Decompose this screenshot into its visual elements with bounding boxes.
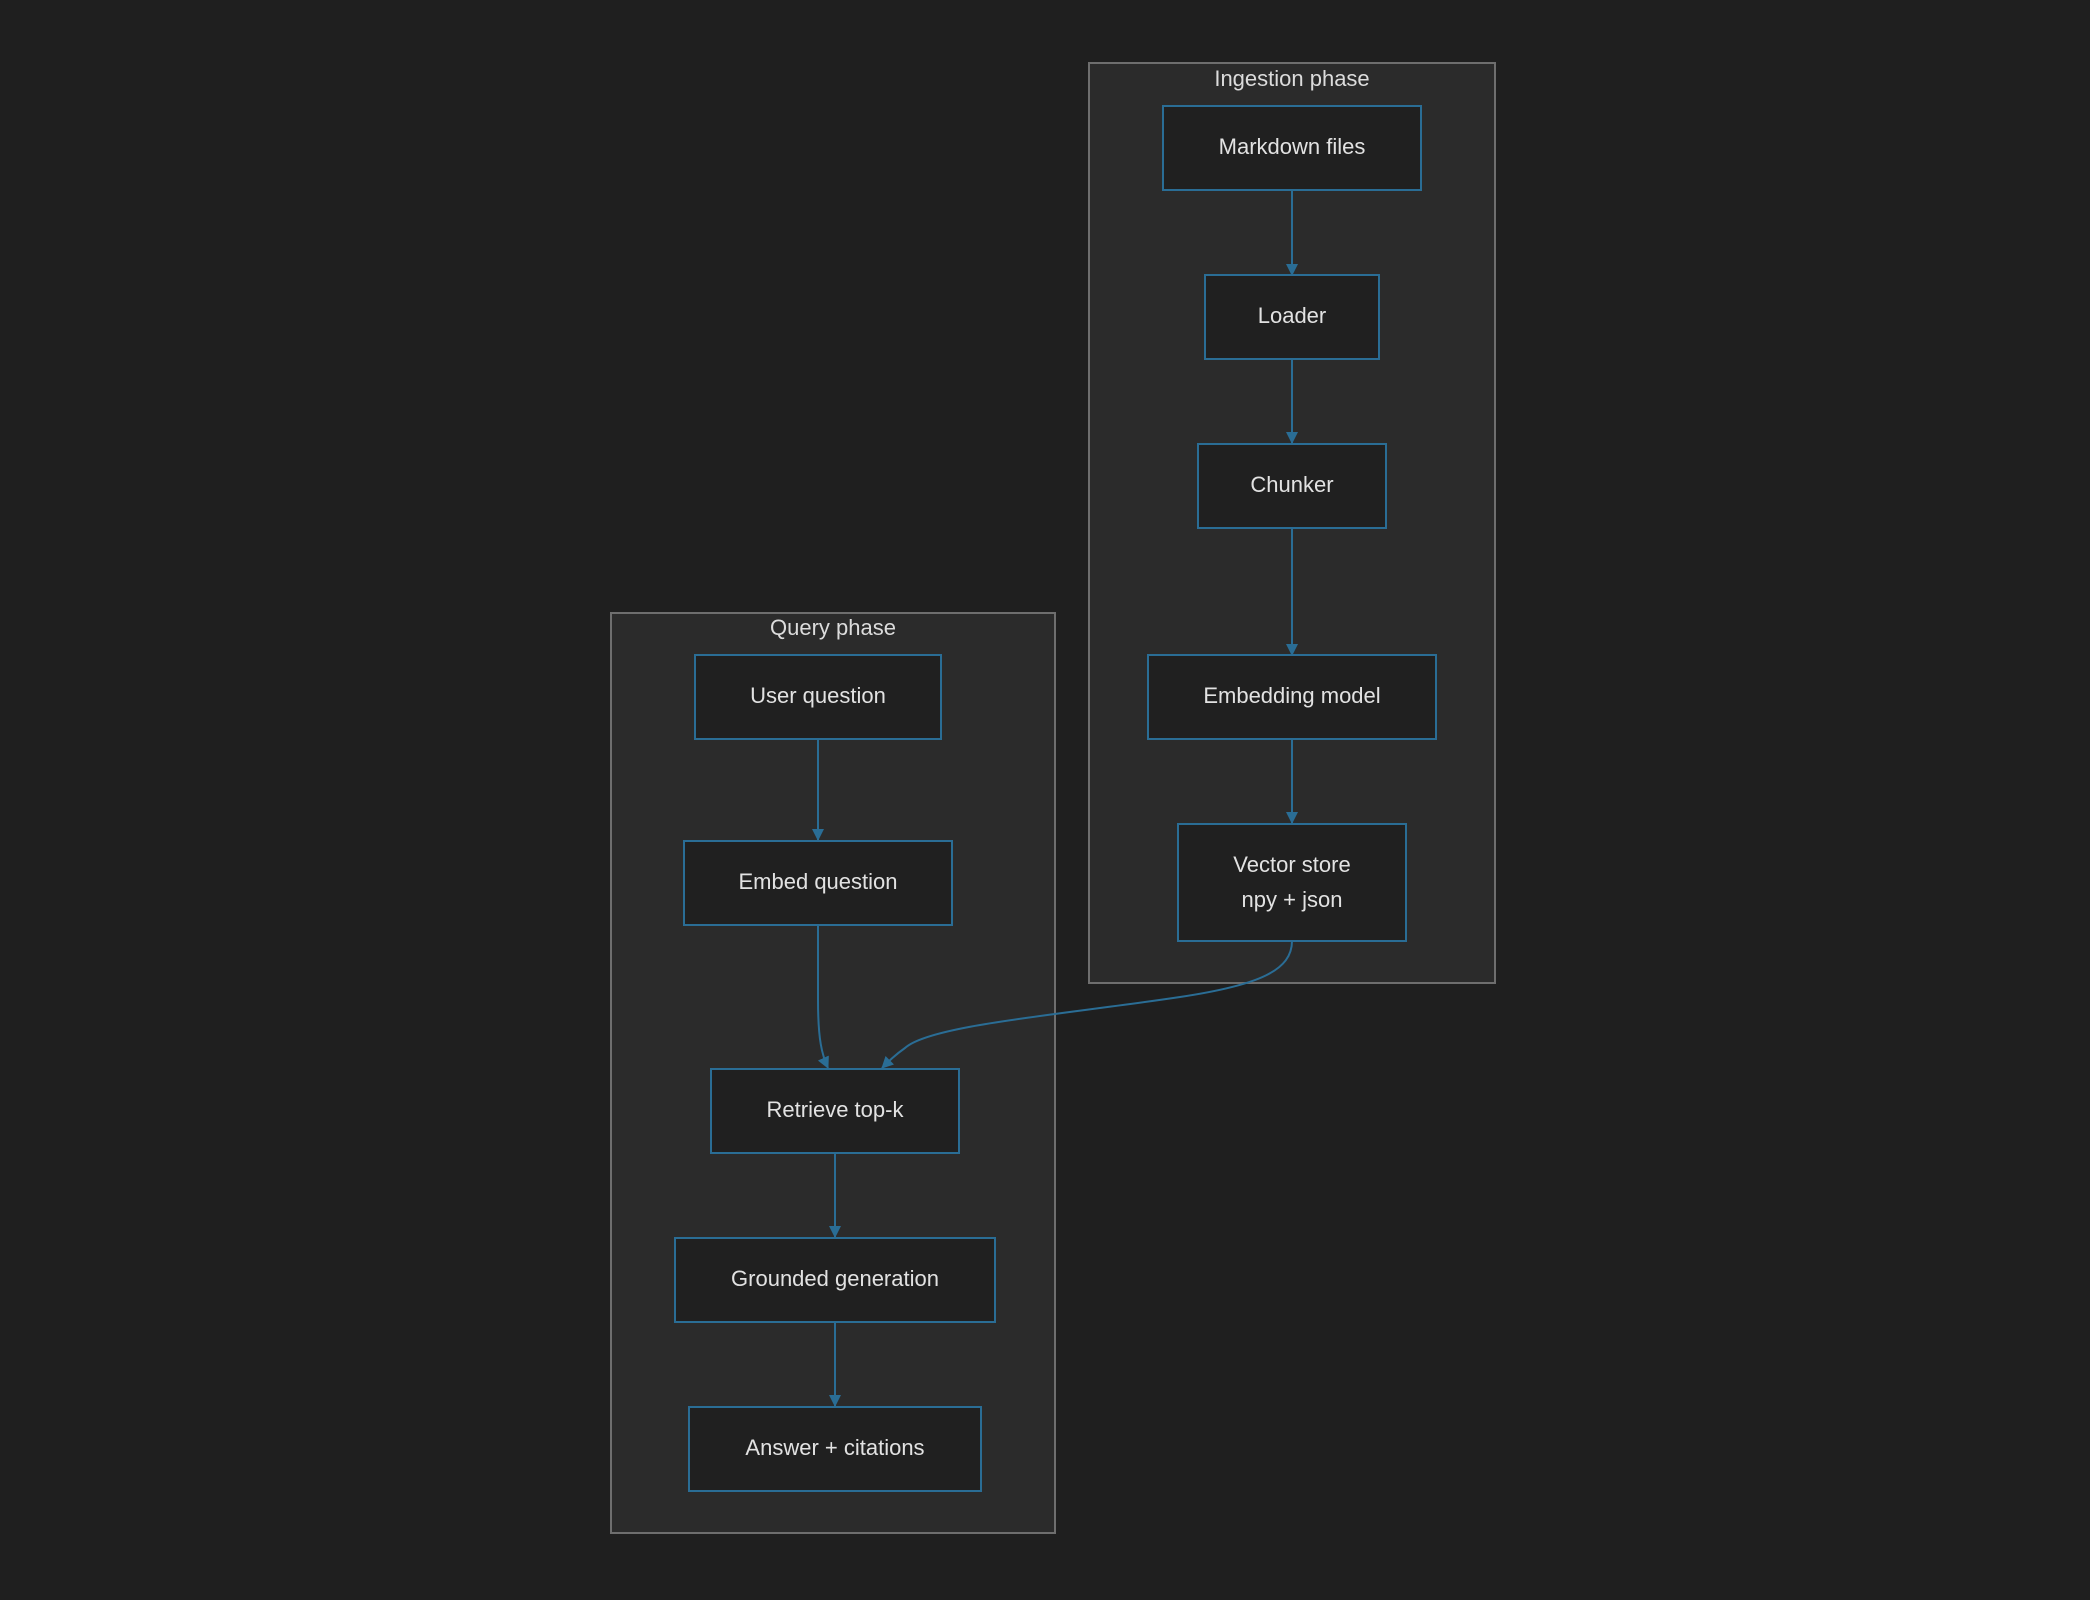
node-label-line-1: Vector store <box>1233 852 1350 877</box>
node-label-line-2: npy + json <box>1242 887 1343 912</box>
node-embedding-model[interactable]: Embedding model <box>1147 654 1437 740</box>
node-label: Embedding model <box>1203 683 1380 708</box>
node-retrieve-top-k[interactable]: Retrieve top-k <box>710 1068 960 1154</box>
node-user-question[interactable]: User question <box>694 654 942 740</box>
node-label: Embed question <box>739 869 898 894</box>
node-label: Markdown files <box>1219 134 1366 159</box>
node-markdown-files[interactable]: Markdown files <box>1162 105 1422 191</box>
node-loader[interactable]: Loader <box>1204 274 1380 360</box>
node-label: Loader <box>1258 303 1327 328</box>
node-label: Answer + citations <box>745 1435 924 1460</box>
node-answer-citations[interactable]: Answer + citations <box>688 1406 982 1492</box>
cluster-label-ingestion: Ingestion phase <box>1214 66 1369 91</box>
node-vector-store[interactable]: Vector store npy + json <box>1177 823 1407 942</box>
rag-pipeline-diagram: Ingestion phase Query phase Markdown fil… <box>610 62 1496 1534</box>
node-label: Grounded generation <box>731 1266 939 1291</box>
node-grounded-generation[interactable]: Grounded generation <box>674 1237 996 1323</box>
cluster-label-query: Query phase <box>770 615 896 640</box>
node-chunker[interactable]: Chunker <box>1197 443 1387 529</box>
node-label: User question <box>750 683 886 708</box>
node-label: Retrieve top-k <box>767 1097 905 1122</box>
node-embed-question[interactable]: Embed question <box>683 840 953 926</box>
node-label: Chunker <box>1250 472 1333 497</box>
